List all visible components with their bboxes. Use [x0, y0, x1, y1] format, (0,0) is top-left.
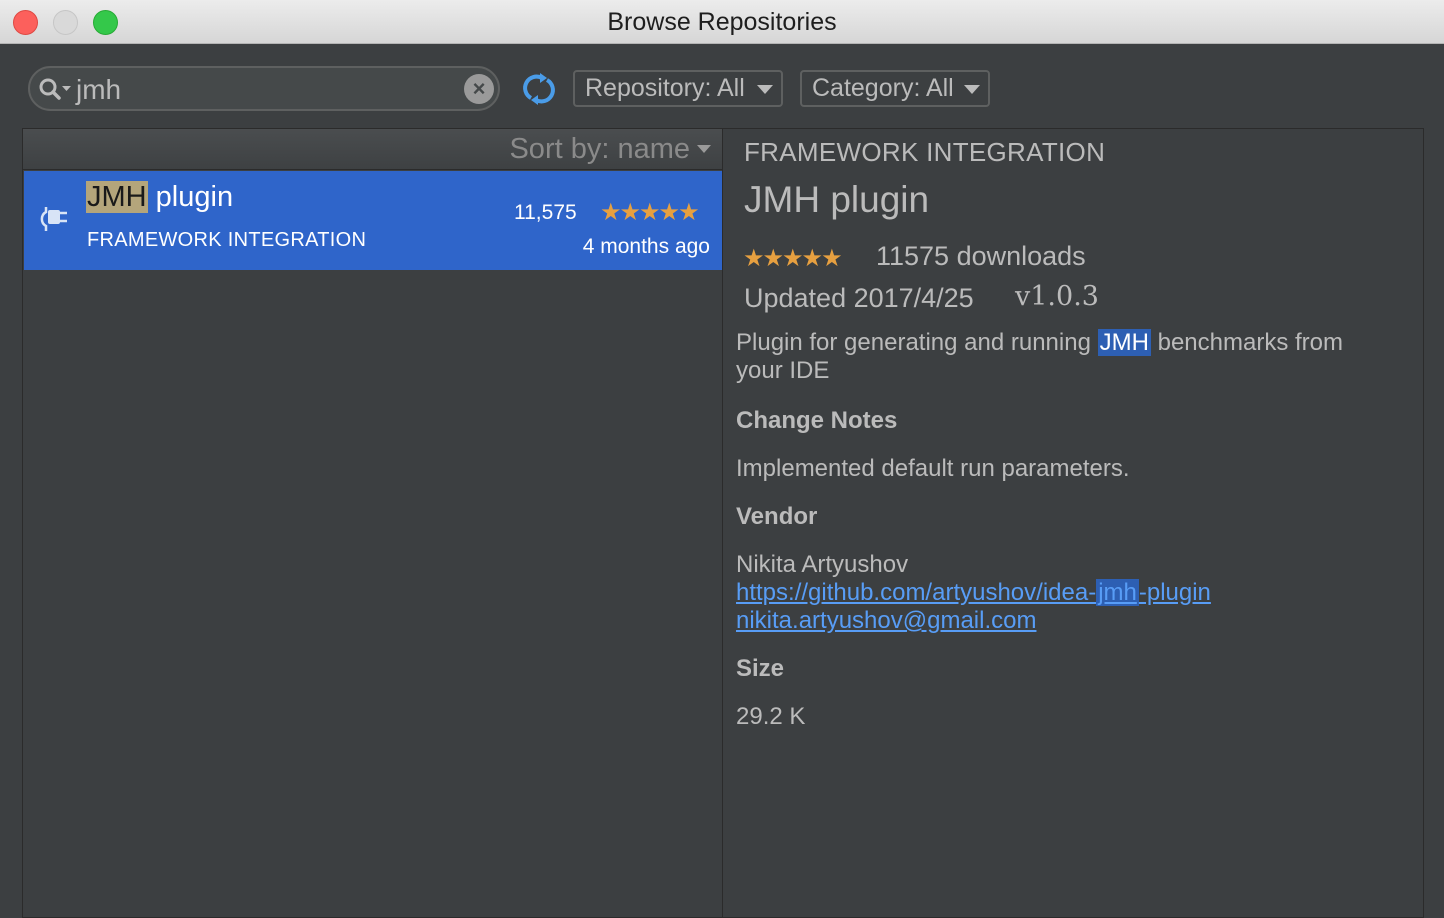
window-title: Browse Repositories: [607, 8, 837, 36]
plugin-name-rest: plugin: [147, 181, 234, 213]
chevron-down-icon: [964, 85, 980, 94]
repository-dropdown-label: Repository: All: [585, 74, 745, 102]
rating-stars: ★★★★★: [743, 245, 843, 272]
category-dropdown-label: Category: All: [812, 74, 954, 102]
sort-label[interactable]: Sort by: name: [509, 133, 690, 166]
vendor-email[interactable]: nikita.artyushov@gmail.com: [736, 607, 1036, 634]
rating-stars: ★★★★★: [600, 199, 700, 226]
vendor-url-part[interactable]: https://github.com/artyushov/idea-: [736, 579, 1096, 606]
size-value: 29.2 K: [736, 703, 806, 730]
vendor-url-link[interactable]: https://github.com/artyushov/idea-jmh-pl…: [736, 579, 1211, 607]
vendor-name: Nikita Artyushov: [736, 551, 909, 578]
vendor-url-part[interactable]: -plugin: [1139, 579, 1211, 606]
vendor-email-link[interactable]: nikita.artyushov@gmail.com: [736, 607, 1036, 635]
detail-version: v1.0.3: [1015, 281, 1099, 312]
plugin-category: FRAMEWORK INTEGRATION: [87, 229, 367, 251]
description-text: Plugin for generating and running: [736, 329, 1098, 356]
search-icon[interactable]: [38, 77, 74, 108]
search-match-highlight[interactable]: jmh: [1096, 579, 1139, 606]
list-item[interactable]: JMH plugin FRAMEWORK INTEGRATION 11,575 …: [24, 171, 722, 270]
search-match-highlight: JMH: [86, 181, 148, 213]
chevron-down-icon[interactable]: [697, 145, 711, 153]
detail-updated: Updated 2017/4/25: [744, 283, 974, 313]
search-field[interactable]: jmh ×: [28, 66, 500, 111]
vendor-heading: Vendor: [736, 503, 818, 530]
size-heading: Size: [736, 655, 785, 682]
clear-search-icon[interactable]: ×: [464, 74, 494, 104]
chevron-down-icon: [757, 85, 773, 94]
title-bar: Browse Repositories: [0, 0, 1444, 44]
search-input[interactable]: jmh: [76, 74, 121, 106]
detail-description: Plugin for generating and running JMH be…: [736, 329, 1396, 385]
change-notes-text: Implemented default run parameters.: [736, 455, 1130, 482]
detail-title: JMH plugin: [744, 179, 930, 220]
search-match-highlight: JMH: [1097, 329, 1151, 356]
change-notes-heading: Change Notes: [736, 407, 898, 434]
plugin-name: JMH plugin: [86, 181, 233, 214]
repository-dropdown[interactable]: Repository: All: [573, 70, 783, 107]
plugin-detail: FRAMEWORK INTEGRATION JMH plugin ★★★★★ 1…: [723, 128, 1424, 918]
refresh-icon[interactable]: [522, 72, 556, 111]
sort-bar[interactable]: Sort by: name: [23, 129, 722, 170]
detail-category: FRAMEWORK INTEGRATION: [744, 137, 1106, 167]
detail-downloads: 11575 downloads: [876, 241, 1086, 271]
plugin-list: Sort by: name JMH plugin FRAMEWORK INTEG…: [22, 128, 723, 918]
category-dropdown[interactable]: Category: All: [800, 70, 990, 107]
updated-date: 4 months ago: [582, 235, 710, 258]
download-count: 11,575: [514, 201, 577, 224]
plugin-icon: [36, 201, 70, 238]
